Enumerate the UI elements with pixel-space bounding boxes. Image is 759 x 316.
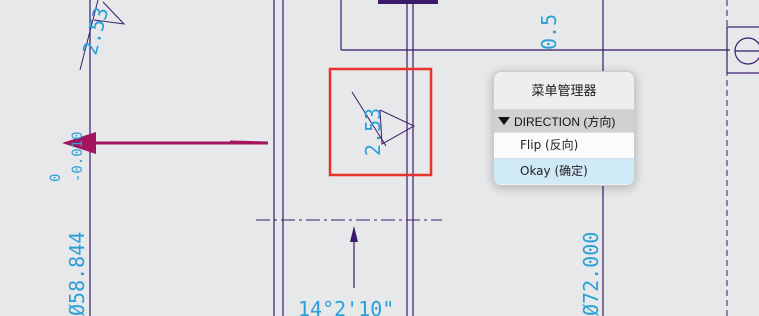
tolerance-left-lower: -0.010 (70, 131, 86, 182)
caret-down-icon (494, 117, 514, 125)
menu-item-okay[interactable]: Okay (确定) (494, 158, 634, 184)
direction-arrow (62, 132, 269, 154)
menu-item-flip[interactable]: Flip (反向) (494, 132, 634, 158)
diameter-left: Ø58.844 (65, 232, 89, 316)
angle-dimension: 14°2'10" (298, 297, 394, 316)
dimension-value-top: 0.5 (537, 14, 561, 50)
cad-drawing-canvas[interactable]: 2.53 2.53 0.5 Ø58.844 0 -0.010 Ø72.000 1… (0, 0, 759, 316)
tolerance-left-upper: 0 (48, 174, 64, 182)
hole-symbol-box (726, 26, 759, 74)
roughness-value-selected[interactable]: 2.53 (361, 108, 385, 156)
diameter-right: Ø72.000 (579, 232, 603, 316)
direction-section-label: DIRECTION (方向) (514, 114, 616, 129)
top-feature-block (378, 0, 438, 4)
menu-manager-title: 菜单管理器 (531, 84, 597, 99)
angle-arrowhead (350, 226, 358, 242)
direction-section-header[interactable]: DIRECTION (方向) (494, 109, 634, 132)
roughness-value-top: 2.53 (78, 5, 114, 58)
menu-manager: 菜单管理器 DIRECTION (方向) Flip (反向) Okay (确定) (493, 71, 635, 186)
